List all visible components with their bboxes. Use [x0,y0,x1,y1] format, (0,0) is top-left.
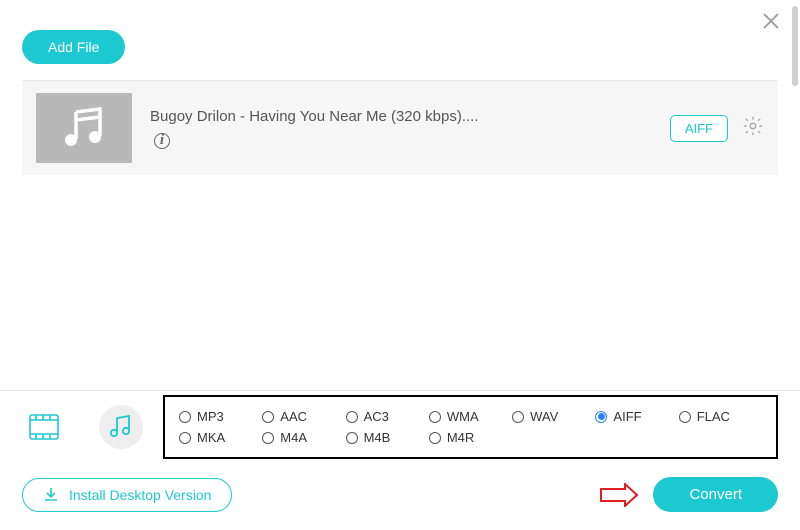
format-option-label: WAV [530,409,558,424]
format-badge[interactable]: AIFF [670,115,728,142]
info-icon[interactable]: i [154,133,170,149]
convert-button[interactable]: Convert [653,477,778,512]
format-option-label: FLAC [697,409,730,424]
radio-icon [512,411,524,423]
audio-tab[interactable] [99,405,143,449]
footer-right: Convert [599,477,778,512]
format-option-m4a[interactable]: M4A [262,430,345,445]
file-meta: Bugoy Drilon - Having You Near Me (320 k… [150,108,652,149]
format-option-label: MKA [197,430,225,445]
format-option-label: AAC [280,409,307,424]
format-option-wav[interactable]: WAV [512,409,595,424]
format-option-label: WMA [447,409,479,424]
format-panel: MP3 AAC AC3 WMA WAV AIFF FLAC MKA M4A M4B M4R [0,390,800,463]
install-desktop-label: Install Desktop Version [69,487,211,503]
radio-icon [429,432,441,444]
radio-icon [595,411,607,423]
video-tab[interactable] [22,405,66,449]
format-option-flac[interactable]: FLAC [679,409,762,424]
file-title: Bugoy Drilon - Having You Near Me (320 k… [150,108,652,125]
format-option-m4b[interactable]: M4B [346,430,429,445]
radio-icon [346,411,358,423]
scrollbar[interactable] [792,6,798,86]
toolbar: Add File [0,0,800,74]
download-icon [43,487,59,503]
file-row: Bugoy Drilon - Having You Near Me (320 k… [22,80,778,175]
format-option-wma[interactable]: WMA [429,409,512,424]
add-file-button[interactable]: Add File [22,30,125,64]
format-grid: MP3 AAC AC3 WMA WAV AIFF FLAC MKA M4A M4B M4R [163,395,778,459]
format-option-ac3[interactable]: AC3 [346,409,429,424]
format-option-m4r[interactable]: M4R [429,430,512,445]
radio-icon [262,432,274,444]
format-option-label: AC3 [364,409,389,424]
media-type-tabs [22,391,153,463]
footer: Install Desktop Version Convert [0,463,800,530]
bottom-area: MP3 AAC AC3 WMA WAV AIFF FLAC MKA M4A M4B M4R Inst… [0,390,800,530]
format-option-mp3[interactable]: MP3 [179,409,262,424]
music-note-icon [60,106,108,150]
file-thumbnail [36,93,132,163]
gear-icon[interactable] [742,115,764,142]
radio-icon [346,432,358,444]
format-option-label: M4R [447,430,474,445]
format-option-label: M4B [364,430,391,445]
radio-icon [179,432,191,444]
radio-icon [679,411,691,423]
close-icon[interactable] [762,12,780,34]
format-option-label: AIFF [613,409,641,424]
radio-icon [429,411,441,423]
radio-icon [179,411,191,423]
format-option-aac[interactable]: AAC [262,409,345,424]
format-option-label: M4A [280,430,307,445]
format-option-mka[interactable]: MKA [179,430,262,445]
file-controls: AIFF [670,115,764,142]
radio-icon [262,411,274,423]
arrow-annotation-icon [599,483,639,507]
format-option-aiff[interactable]: AIFF [595,409,678,424]
format-option-label: MP3 [197,409,224,424]
install-desktop-button[interactable]: Install Desktop Version [22,478,232,512]
